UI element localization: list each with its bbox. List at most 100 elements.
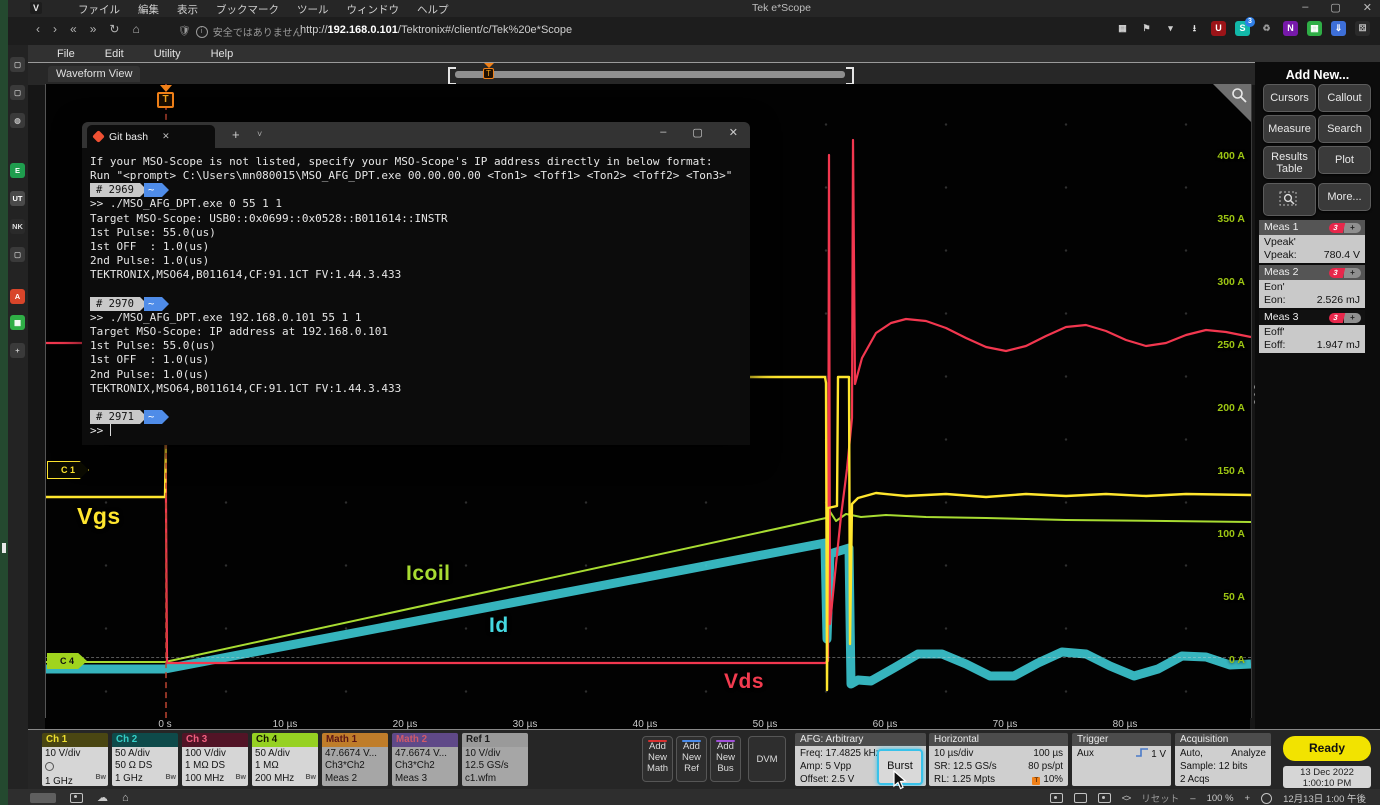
meas-add-icon[interactable]: + <box>1344 223 1361 233</box>
meas-add-icon[interactable]: + <box>1344 268 1361 278</box>
sidebar-button-6[interactable]: Plot <box>1318 146 1371 174</box>
terminal-minimize-icon[interactable]: – <box>660 126 666 139</box>
zoom-tool-button[interactable] <box>1263 183 1316 216</box>
cloud-icon[interactable]: ☁ <box>97 791 108 804</box>
panel-icon-8[interactable]: A <box>10 289 25 304</box>
code-icon[interactable]: <> <box>1122 793 1131 803</box>
browser-menu-item[interactable]: 編集 <box>138 2 159 17</box>
panel-icon-4[interactable]: E <box>10 163 25 178</box>
sidebar-button-1[interactable]: Cursors <box>1263 84 1316 112</box>
sidebar-button-2[interactable]: Callout <box>1318 84 1371 112</box>
panel-icon-2[interactable]: ▢ <box>10 85 25 100</box>
trigger-flag[interactable]: T <box>157 85 174 108</box>
panel-icon-9[interactable]: ▦ <box>10 315 25 330</box>
sidebar-button-5[interactable]: Results Table <box>1263 146 1316 179</box>
image-icon[interactable] <box>1098 793 1111 803</box>
terminal-tab[interactable]: Git bash ✕ <box>87 125 215 148</box>
panel-icon-3[interactable]: ◍ <box>10 113 25 128</box>
browser-menu-item[interactable]: 表示 <box>177 2 198 17</box>
sidebar-button-8[interactable]: More... <box>1318 183 1371 211</box>
channel-badge-math1[interactable]: Math 147.6674 V...Ch3*Ch2Meas 2 <box>322 733 388 786</box>
trigger-badge[interactable]: Trigger Aux 1 V <box>1072 733 1171 786</box>
puzzle-extension-icon[interactable]: ⚄ <box>1355 21 1370 36</box>
url-field[interactable]: http://192.168.0.101/Tektronix#/client/c… <box>300 24 572 36</box>
channel-badge-ch2[interactable]: Ch 250 A/div50 Ω DS1 GHzBw <box>112 733 178 786</box>
dropdown-chevron-icon[interactable]: ▾ <box>1163 21 1178 36</box>
meas-card-3[interactable]: Meas 33+Eoff'Eoff:1.947 mJ <box>1259 310 1365 353</box>
scope-menu-edit[interactable]: Edit <box>105 48 124 60</box>
terminal-close-icon[interactable]: ✕ <box>729 126 738 139</box>
terminal-output[interactable]: If your MSO-Scope is not listed, specify… <box>82 148 750 445</box>
panel-icon-5[interactable]: UT <box>10 191 25 206</box>
bookmark-icon[interactable]: ⚑ <box>1139 21 1154 36</box>
onenote-extension-icon[interactable]: N <box>1283 21 1298 36</box>
minimap-left-bracket[interactable] <box>448 67 456 85</box>
browser-menu-item[interactable]: ウィンドウ <box>347 2 400 17</box>
minimap-track[interactable] <box>455 71 845 78</box>
sidebar-button-4[interactable]: Search <box>1318 115 1371 143</box>
terminal-tab-dropdown[interactable]: ˅ <box>257 129 262 139</box>
minimize-icon[interactable]: – <box>1302 1 1308 14</box>
browser-menu-item[interactable]: ヘルプ <box>417 2 449 17</box>
horizontal-badge[interactable]: Horizontal 10 µs/div100 µsSR: 12.5 GS/s8… <box>929 733 1068 786</box>
meas-badge-pill[interactable]: 3+ <box>1329 268 1361 278</box>
terminal-window[interactable]: Git bash ✕ + ˅ – ▢ ✕ If your MSO-Scope is … <box>82 122 750 445</box>
add-new-bus-button[interactable]: AddNewBus <box>710 736 741 782</box>
meas-card-1[interactable]: Meas 13+Vpeak'Vpeak:780.4 V <box>1259 220 1365 263</box>
arrow-extension-icon[interactable]: ⇓ <box>1331 21 1346 36</box>
home-icon[interactable]: ⌂ <box>122 792 129 804</box>
zoom-out-button[interactable]: – <box>1190 793 1195 804</box>
meas-badge-pill[interactable]: 3+ <box>1329 223 1361 233</box>
acquisition-badge[interactable]: Acquisition Auto,Analyze Sample: 12 bits… <box>1175 733 1271 786</box>
zoom-in-button[interactable]: + <box>1245 793 1251 804</box>
terminal-maximize-icon[interactable]: ▢ <box>692 126 702 139</box>
minimap-trigger-marker[interactable]: T <box>483 63 494 79</box>
close-icon[interactable]: ✕ <box>1363 1 1372 14</box>
channel-badge-ch3[interactable]: Ch 3100 V/div1 MΩ DS100 MHzBw <box>182 733 248 786</box>
meas-badge-pill[interactable]: 3+ <box>1329 313 1361 323</box>
panel-icon-1[interactable]: ▢ <box>10 57 25 72</box>
terminal-new-tab-button[interactable]: + <box>232 127 240 142</box>
scope-menu-help[interactable]: Help <box>211 48 234 60</box>
maximize-icon[interactable]: ▢ <box>1330 1 1340 14</box>
session-extension-icon[interactable]: S3 <box>1235 21 1250 36</box>
qr-icon[interactable]: ▦ <box>1115 21 1130 36</box>
download-icon[interactable]: ⭳ <box>1187 21 1202 36</box>
fastforward-icon[interactable]: » <box>90 22 97 36</box>
add-new-math-button[interactable]: AddNewMath <box>642 736 673 782</box>
minimap-right-bracket[interactable] <box>846 67 854 85</box>
channel-badge-math2[interactable]: Math 247.6674 V...Ch3*Ch2Meas 3 <box>392 733 458 786</box>
scope-menu-utility[interactable]: Utility <box>154 48 181 60</box>
channel-badge-ch4[interactable]: Ch 450 A/div1 MΩ200 MHzBw <box>252 733 318 786</box>
channel-badge-ch1[interactable]: Ch 110 V/div1 GHzBw <box>42 733 108 786</box>
add-new-ref-button[interactable]: AddNewRef <box>676 736 707 782</box>
reset-zoom-button[interactable]: リセット <box>1141 791 1179 805</box>
browser-menu-item[interactable]: ツール <box>297 2 329 17</box>
security-chip[interactable]: 🛡 i 安全ではありません <box>178 24 302 39</box>
back-icon[interactable]: ‹ <box>36 22 40 36</box>
terminal-tab-close-icon[interactable]: ✕ <box>162 131 170 142</box>
dvm-button[interactable]: DVM <box>748 736 786 782</box>
waveform-view-tab[interactable]: Waveform View <box>48 66 140 82</box>
vivaldi-logo-icon[interactable]: V <box>30 2 42 14</box>
forward-icon[interactable]: › <box>53 22 57 36</box>
recycle-extension-icon[interactable]: ♻ <box>1259 21 1274 36</box>
grid-extension-icon[interactable]: ▦ <box>1307 21 1322 36</box>
scope-menu-file[interactable]: File <box>57 48 75 60</box>
meas-card-2[interactable]: Meas 23+Eon'Eon:2.526 mJ <box>1259 265 1365 308</box>
reload-icon[interactable]: ↻ <box>109 22 119 36</box>
panel-icon-7[interactable]: ▢ <box>10 247 25 262</box>
meas-add-icon[interactable]: + <box>1344 313 1361 323</box>
panel-icon-10[interactable]: + <box>10 343 25 358</box>
sidebar-button-3[interactable]: Measure <box>1263 115 1316 143</box>
browser-menu-item[interactable]: ブックマーク <box>216 2 279 17</box>
channel-badge-ref1[interactable]: Ref 110 V/div12.5 GS/sc1.wfm <box>462 733 528 786</box>
rewind-icon[interactable]: « <box>70 22 77 36</box>
panel-icon-6[interactable]: NK <box>10 219 25 234</box>
capture-icon[interactable] <box>1050 793 1063 803</box>
browser-menu-item[interactable]: ファイル <box>78 2 120 17</box>
app-grid-icon[interactable] <box>70 793 83 803</box>
ublock-extension-icon[interactable]: U <box>1211 21 1226 36</box>
window-icon[interactable] <box>1074 793 1087 803</box>
home-icon[interactable]: ⌂ <box>132 22 139 36</box>
